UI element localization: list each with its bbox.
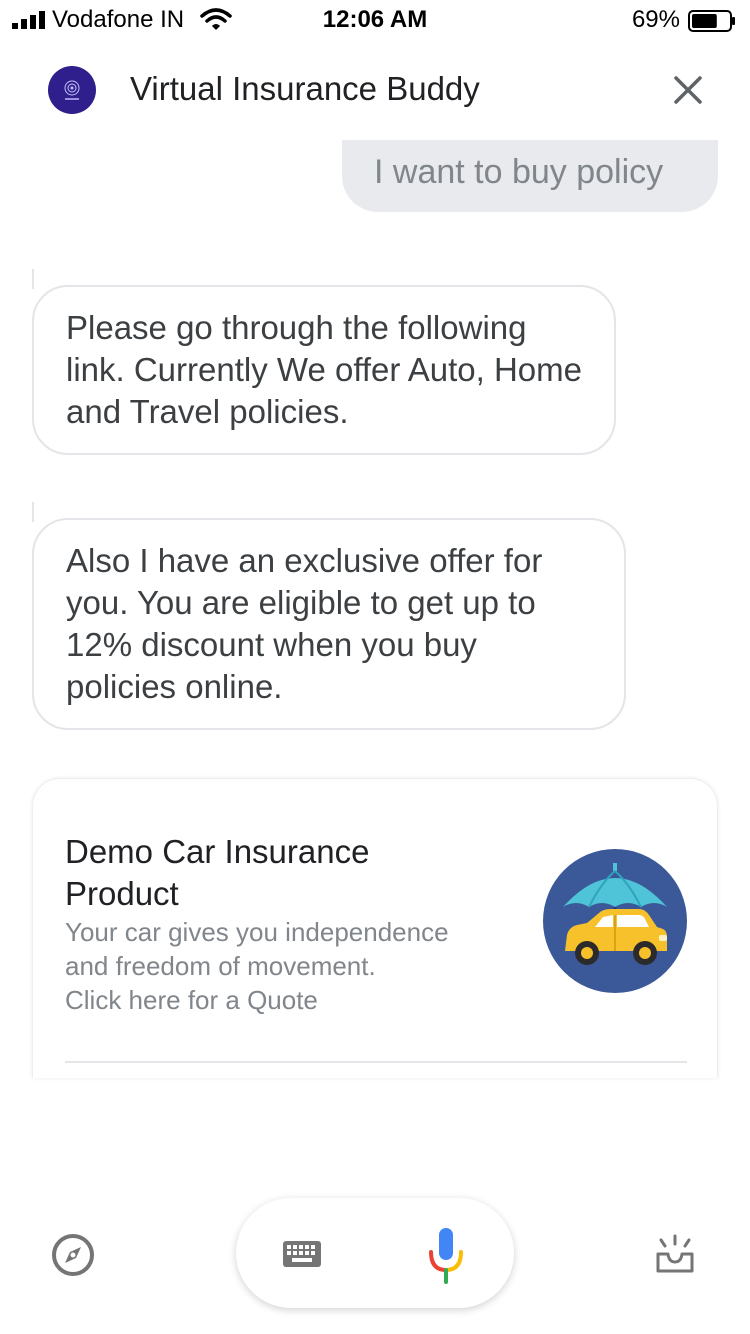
bubble-tail <box>32 269 104 289</box>
battery-percent: 69% <box>631 6 680 33</box>
chat-title: Virtual Insurance Buddy <box>130 70 480 107</box>
input-selector <box>236 1198 514 1308</box>
bot-message-text: Also I have an exclusive offer for you. … <box>66 542 543 705</box>
updates-tray-icon[interactable] <box>654 1234 696 1274</box>
keyboard-icon[interactable] <box>282 1240 322 1268</box>
chat-header: Virtual Insurance Buddy <box>0 40 750 140</box>
card-description: Your car gives you independence and free… <box>65 915 525 1017</box>
car-umbrella-icon <box>543 849 687 993</box>
bubble-tail <box>32 502 104 522</box>
compass-icon[interactable] <box>50 1232 96 1278</box>
card-description-line: Your car gives you independence <box>65 917 449 947</box>
status-bar: Vodafone IN 12:06 AM 69% <box>0 0 750 40</box>
product-card[interactable]: Demo Car Insurance Product Your car give… <box>32 778 718 1078</box>
card-divider <box>65 1061 687 1063</box>
quote-link[interactable]: Click here for a Quote <box>65 983 525 1017</box>
bot-message: Also I have an exclusive offer for you. … <box>32 502 626 730</box>
assistant-logo-icon <box>48 66 96 114</box>
user-message: I want to buy policy <box>342 140 718 212</box>
microphone-icon[interactable] <box>426 1226 466 1284</box>
close-icon[interactable] <box>668 70 708 110</box>
bot-message-text: Please go through the following link. Cu… <box>66 309 582 430</box>
card-description-line: and freedom of movement. <box>65 951 376 981</box>
card-title: Demo Car Insurance Product <box>65 833 370 912</box>
bot-message: Please go through the following link. Cu… <box>32 269 616 455</box>
battery-icon <box>688 10 735 32</box>
